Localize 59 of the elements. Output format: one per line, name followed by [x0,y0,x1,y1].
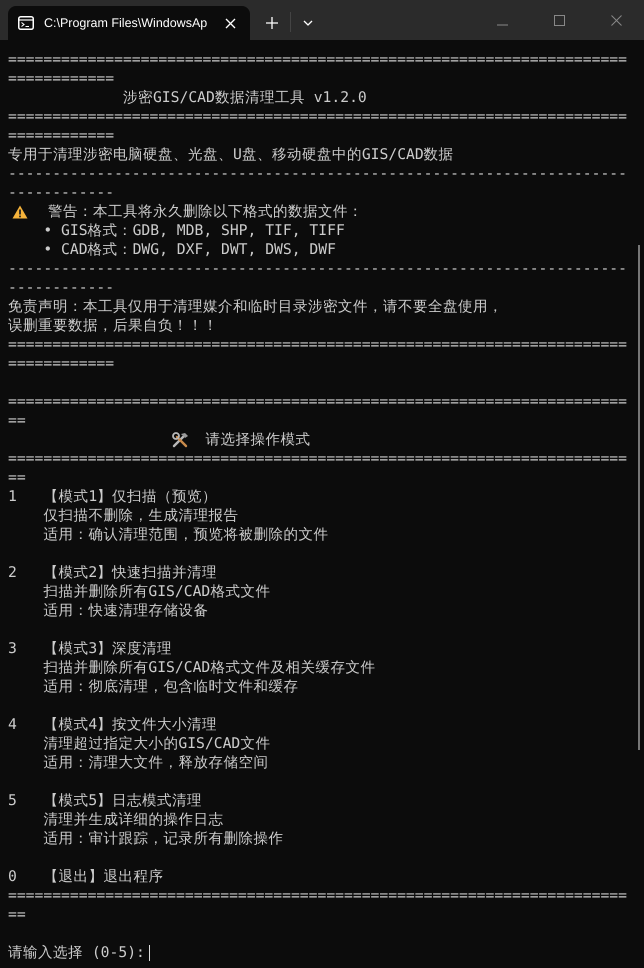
separator-line: ====================================================================== [8,50,627,69]
separator-line: ====================================================================== [8,335,627,354]
option-title: 【模式4】按文件大小清理 [43,715,218,734]
option-description: 适用：确认清理范围，预览将被删除的文件 [43,525,328,544]
option-description: 清理并生成详细的操作日志 [43,810,224,829]
separator-line: ====================================================================== [8,449,627,468]
warning-icon [12,204,28,218]
separator-line: ------------ [8,183,114,202]
format-list-item: • GIS格式：GDB, MDB, SHP, TIF, TIFF [43,221,345,240]
option-title: 【模式1】仅扫描（预览） [43,487,218,506]
separator-line: ---------------------------------------------------------------------- [8,259,627,278]
console-text: 免责声明：本工具仅用于清理媒介和临时目录涉密文件，请不要全盘使用， [8,297,503,316]
maximize-icon[interactable] [554,15,565,26]
app-title: 涉密GIS/CAD数据清理工具 v1.2.0 [122,88,367,107]
option-description: 适用：快速清理存储设备 [43,601,208,620]
close-tab-icon[interactable] [225,18,236,28]
separator-line: == [8,468,26,487]
option-description: 扫描并删除所有GIS/CAD格式文件 [43,582,270,601]
minimize-icon[interactable] [497,24,508,26]
option-title: 【模式5】日志模式清理 [43,791,202,810]
terminal-icon [18,16,34,30]
option-key: 4 [8,715,44,734]
separator-line: ====================================================================== [8,107,627,126]
option-title: 【退出】退出程序 [43,867,164,886]
option-description: 清理超过指定大小的GIS/CAD文件 [43,734,270,753]
option-key: 1 [8,487,44,506]
new-tab-icon[interactable] [266,17,278,29]
format-list-item: • CAD格式：DWG, DXF, DWT, DWS, DWF [43,240,336,259]
dropdown-chevron-icon[interactable] [303,20,313,26]
separator-line: == [8,905,26,924]
option-description: 扫描并删除所有GIS/CAD格式文件及相关缓存文件 [43,658,376,677]
separator-line: ====================================================================== [8,886,627,905]
close-icon[interactable] [611,15,622,26]
separator-line: ------------ [8,278,114,297]
warning-text: 警告：本工具将永久删除以下格式的数据文件： [48,202,363,221]
option-description: 仅扫描不删除，生成清理报告 [43,506,238,525]
option-key: 3 [8,639,44,658]
option-title: 【模式3】深度清理 [43,639,172,658]
option-title: 【模式2】快速扫描并清理 [43,563,218,582]
hammer-wrench-icon [172,432,189,448]
separator-line: ============ [8,126,114,145]
separator-line: ============ [8,69,114,88]
text-cursor [148,944,150,960]
option-description: 适用：审计跟踪，记录所有删除操作 [43,829,284,848]
option-key: 2 [8,563,44,582]
separator-line: ============ [8,354,114,373]
console-text: 误删重要数据，后果自负！！！ [8,316,218,335]
scrollbar[interactable] [638,245,640,750]
separator-line: ---------------------------------------------------------------------- [8,164,627,183]
separator-line: == [8,411,26,430]
menu-heading: 请选择操作模式 [206,430,311,449]
option-description: 适用：彻底清理，包含临时文件和缓存 [43,677,298,696]
terminal-tab[interactable]: C:\Program Files\WindowsAp [8,6,250,40]
option-key: 0 [8,867,44,886]
option-description: 适用：清理大文件，释放存储空间 [43,753,268,772]
option-key: 5 [8,791,44,810]
separator-line: ====================================================================== [8,392,627,411]
console-text: 专用于清理涉密电脑硬盘、光盘、U盘、移动硬盘中的GIS/CAD数据 [8,145,454,164]
input-prompt: 请输入选择 (0-5): [8,943,145,962]
